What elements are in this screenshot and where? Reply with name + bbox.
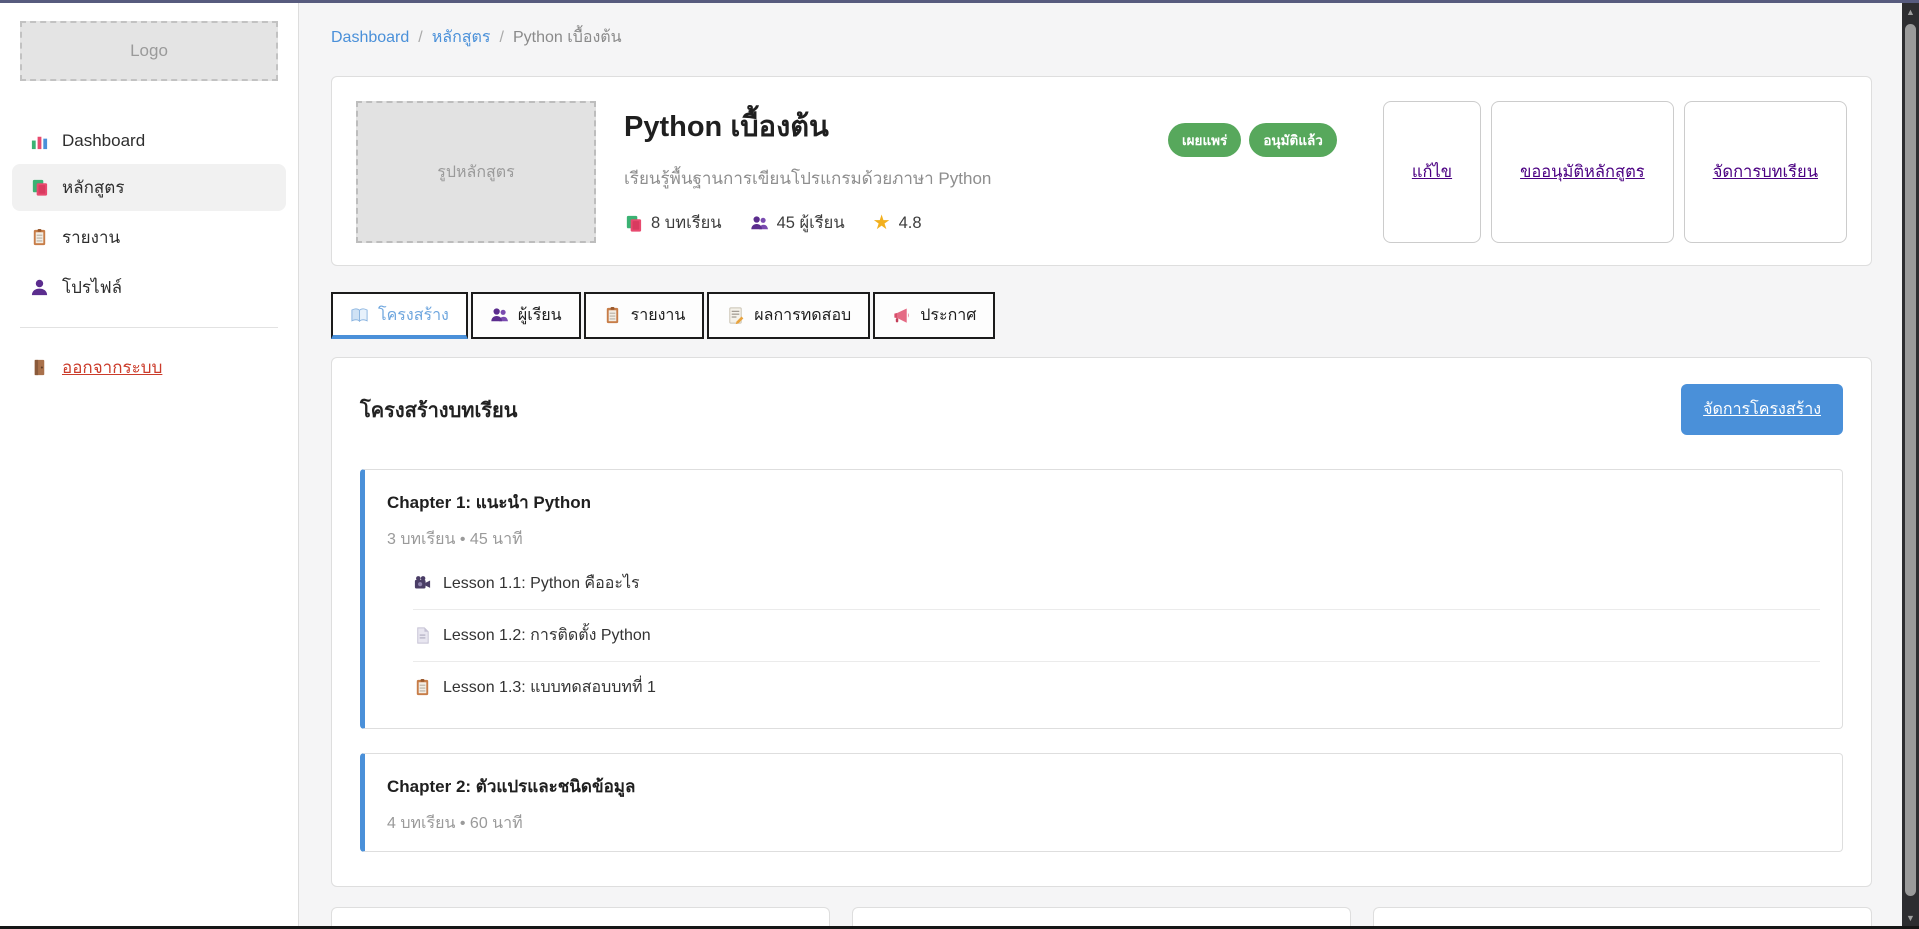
- tab-label: โครงสร้าง: [378, 303, 449, 328]
- students-count-label: 45 ผู้เรียน: [777, 210, 845, 236]
- course-info: Python เบื้องต้น เรียนรู้พื้นฐานการเขียน…: [624, 101, 1140, 236]
- structure-header: โครงสร้างบทเรียน จัดการโครงสร้าง: [360, 384, 1843, 435]
- edit-course-link[interactable]: แก้ไข: [1412, 159, 1452, 185]
- chapter-card-1: Chapter 1: แนะนำ Python 3 บทเรียน • 45 น…: [360, 469, 1843, 729]
- open-book-icon: [350, 306, 369, 325]
- breadcrumb-separator: /: [500, 29, 504, 47]
- logo-text: Logo: [130, 41, 168, 61]
- person-icon: [30, 278, 49, 297]
- course-action-buttons: แก้ไข ขออนุมัติหลักสูตร จัดการบทเรียน: [1383, 101, 1847, 243]
- course-description: เรียนรู้พื้นฐานการเขียนโปรแกรมด้วยภาษา P…: [624, 165, 1140, 192]
- manage-lessons-button[interactable]: จัดการบทเรียน: [1684, 101, 1847, 243]
- lesson-list: Lesson 1.1: Python คืออะไร Lesson 1.2: ก…: [413, 558, 1820, 713]
- bottom-cards-row: [331, 907, 1872, 926]
- breadcrumb-courses-link[interactable]: หลักสูตร: [432, 25, 491, 50]
- tab-reports[interactable]: รายงาน: [584, 292, 705, 339]
- books-icon: [624, 214, 643, 233]
- bottom-card-1: [331, 907, 830, 926]
- bottom-card-3: [1373, 907, 1872, 926]
- app-root: Logo Dashboard หลักสูตร รายงาน โปรไฟล์: [0, 3, 1919, 926]
- lesson-label: Lesson 1.3: แบบทดสอบบทที่ 1: [443, 675, 656, 700]
- chapter-title: Chapter 2: ตัวแปรและชนิดข้อมูล: [387, 773, 1820, 800]
- logout-button[interactable]: ออกจากระบบ: [12, 344, 286, 391]
- manage-structure-button[interactable]: จัดการโครงสร้าง: [1681, 384, 1843, 435]
- course-image-placeholder-label: รูปหลักสูตร: [437, 160, 515, 185]
- clipboard-icon: [603, 306, 622, 325]
- manage-lessons-link[interactable]: จัดการบทเรียน: [1713, 159, 1818, 185]
- published-badge: เผยแพร่: [1168, 123, 1241, 157]
- sidebar: Logo Dashboard หลักสูตร รายงาน โปรไฟล์: [0, 3, 299, 926]
- memo-icon: [726, 306, 745, 325]
- books-icon: [30, 178, 49, 197]
- chapter-meta: 3 บทเรียน • 45 นาที: [387, 527, 1820, 552]
- chapter-title: Chapter 1: แนะนำ Python: [387, 489, 1820, 516]
- tab-students[interactable]: ผู้เรียน: [471, 292, 581, 339]
- tab-announcements[interactable]: ประกาศ: [873, 292, 995, 339]
- sidebar-nav: Dashboard หลักสูตร รายงาน โปรไฟล์: [0, 121, 298, 311]
- logo-placeholder: Logo: [20, 21, 278, 81]
- tab-label: ผลการทดสอบ: [754, 303, 851, 328]
- course-title: Python เบื้องต้น: [624, 103, 1140, 149]
- sidebar-item-label: รายงาน: [62, 224, 120, 251]
- tab-label: ผู้เรียน: [518, 303, 562, 328]
- video-camera-icon: [413, 574, 432, 593]
- sidebar-item-courses[interactable]: หลักสูตร: [12, 164, 286, 211]
- scrollbar-thumb[interactable]: [1905, 24, 1916, 896]
- tab-label: รายงาน: [631, 303, 686, 328]
- approved-badge: อนุมัติแล้ว: [1249, 123, 1337, 157]
- manage-structure-link[interactable]: จัดการโครงสร้าง: [1703, 401, 1821, 418]
- chapter-card-2: Chapter 2: ตัวแปรและชนิดข้อมูล 4 บทเรียน…: [360, 753, 1843, 852]
- star-icon: ★: [873, 213, 891, 233]
- lessons-count-stat: 8 บทเรียน: [624, 210, 722, 236]
- clipboard-icon: [30, 228, 49, 247]
- breadcrumb-separator: /: [418, 29, 422, 47]
- vertical-scrollbar[interactable]: ▲ ▼: [1902, 3, 1919, 926]
- scroll-down-button[interactable]: ▼: [1902, 909, 1919, 926]
- lesson-row-1-3: Lesson 1.3: แบบทดสอบบทที่ 1: [413, 661, 1820, 713]
- sidebar-item-reports[interactable]: รายงาน: [12, 214, 286, 261]
- sidebar-item-profile[interactable]: โปรไฟล์: [12, 264, 286, 311]
- course-stats: 8 บทเรียน 45 ผู้เรียน ★ 4.8: [624, 210, 1140, 236]
- clipboard-icon: [413, 678, 432, 697]
- course-header-card: รูปหลักสูตร Python เบื้องต้น เรียนรู้พื้…: [331, 76, 1872, 266]
- megaphone-icon: [892, 306, 911, 325]
- course-image-placeholder: รูปหลักสูตร: [356, 101, 596, 243]
- breadcrumb-current-page: Python เบื้องต้น: [513, 25, 622, 50]
- scroll-up-button[interactable]: ▲: [1902, 3, 1919, 20]
- bottom-card-2: [852, 907, 1351, 926]
- document-icon: [413, 626, 432, 645]
- sidebar-item-label: Dashboard: [62, 131, 145, 151]
- course-tabs: โครงสร้าง ผู้เรียน รายงาน ผลการทดสอบ ประ…: [331, 292, 1872, 339]
- lesson-label: Lesson 1.2: การติดตั้ง Python: [443, 623, 651, 648]
- rating-value: 4.8: [899, 214, 922, 233]
- lesson-row-1-2: Lesson 1.2: การติดตั้ง Python: [413, 609, 1820, 661]
- bar-chart-icon: [30, 132, 49, 151]
- breadcrumb-dashboard-link[interactable]: Dashboard: [331, 29, 409, 47]
- sidebar-item-dashboard[interactable]: Dashboard: [12, 121, 286, 161]
- sidebar-item-label: โปรไฟล์: [62, 274, 122, 301]
- request-approval-button[interactable]: ขออนุมัติหลักสูตร: [1491, 101, 1674, 243]
- edit-course-button[interactable]: แก้ไข: [1383, 101, 1481, 243]
- structure-title: โครงสร้างบทเรียน: [360, 394, 517, 426]
- breadcrumb: Dashboard / หลักสูตร / Python เบื้องต้น: [331, 25, 1872, 50]
- logout-label: ออกจากระบบ: [62, 354, 162, 381]
- tab-structure[interactable]: โครงสร้าง: [331, 292, 468, 339]
- lessons-count-label: 8 บทเรียน: [651, 210, 722, 236]
- chapter-meta: 4 บทเรียน • 60 นาที: [387, 811, 1820, 836]
- rating-stat: ★ 4.8: [873, 213, 922, 233]
- lesson-row-1-1: Lesson 1.1: Python คืออะไร: [413, 558, 1820, 609]
- request-approval-link[interactable]: ขออนุมัติหลักสูตร: [1520, 159, 1645, 185]
- busts-icon: [490, 306, 509, 325]
- students-count-stat: 45 ผู้เรียน: [750, 210, 845, 236]
- tab-test-results[interactable]: ผลการทดสอบ: [707, 292, 870, 339]
- structure-panel: โครงสร้างบทเรียน จัดการโครงสร้าง Chapter…: [331, 357, 1872, 887]
- busts-icon: [750, 214, 769, 233]
- main-content: Dashboard / หลักสูตร / Python เบื้องต้น …: [299, 3, 1919, 926]
- sidebar-item-label: หลักสูตร: [62, 174, 124, 201]
- sidebar-divider: [20, 327, 278, 328]
- lesson-label: Lesson 1.1: Python คืออะไร: [443, 571, 640, 596]
- course-status-badges: เผยแพร่ อนุมัติแล้ว: [1168, 123, 1337, 157]
- tab-label: ประกาศ: [920, 303, 976, 328]
- door-icon: [30, 358, 49, 377]
